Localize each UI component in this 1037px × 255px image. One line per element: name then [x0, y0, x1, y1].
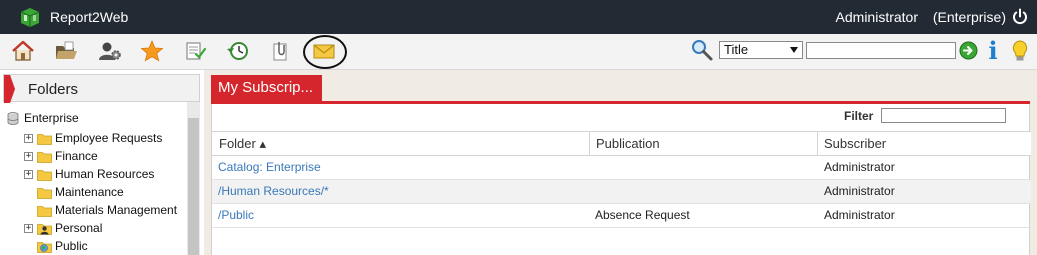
table-row[interactable]: Catalog: Enterprise Administrator — [212, 156, 1031, 180]
folder-icon — [37, 132, 52, 145]
tree-item-label: Finance — [55, 149, 98, 163]
filter-label: Filter — [844, 109, 874, 123]
tree-item-employee-requests[interactable]: + Employee Requests — [24, 129, 186, 147]
tree-item-materials-management[interactable]: Materials Management — [24, 201, 186, 219]
tree-item-label: Enterprise — [24, 111, 79, 125]
expand-plus-icon[interactable]: + — [24, 170, 33, 179]
folder-icon — [37, 186, 52, 199]
panel-marker-icon — [4, 75, 15, 103]
lightbulb-icon[interactable] — [1011, 39, 1029, 63]
tree-item-label: Materials Management — [55, 203, 178, 217]
user-settings-icon[interactable] — [97, 39, 123, 63]
home-icon[interactable] — [10, 39, 36, 63]
attachment-icon[interactable] — [267, 39, 293, 63]
history-icon[interactable] — [225, 39, 251, 63]
folder-link[interactable]: /Public — [218, 204, 254, 227]
folders-panel-header[interactable]: Folders — [3, 74, 200, 103]
info-icon[interactable]: i — [986, 38, 1000, 64]
main-toolbar: Title i — [0, 34, 1037, 70]
subscriber-cell: Administrator — [824, 160, 895, 174]
report2web-logo-icon — [18, 6, 42, 28]
folder-link[interactable]: /Human Resources/* — [218, 180, 329, 203]
column-header-folder[interactable]: Folder ▴ — [219, 132, 266, 155]
table-row[interactable]: /Public Absence Request Administrator — [212, 204, 1031, 228]
folder-icon — [37, 204, 52, 217]
main-area: My Subscrip... Filter Folder ▴ Publicati… — [204, 70, 1037, 255]
tree-item-label: Employee Requests — [55, 131, 163, 145]
tab-my-subscriptions[interactable]: My Subscrip... — [211, 75, 323, 101]
title-bar: Report2Web Administrator (Enterprise) — [0, 0, 1037, 34]
folder-icon — [37, 168, 52, 181]
column-divider[interactable] — [817, 132, 818, 155]
tree-item-label: Human Resources — [55, 167, 155, 181]
mail-highlight-circle — [303, 35, 347, 69]
tree-item-human-resources[interactable]: + Human Resources — [24, 165, 186, 183]
table-row[interactable]: /Human Resources/* Administrator — [212, 180, 1031, 204]
search-input[interactable] — [806, 42, 956, 59]
expand-plus-icon[interactable]: + — [24, 224, 33, 233]
folders-title: Folders — [28, 81, 79, 98]
folders-panel: Folders Enterprise + Employee Requests + — [3, 74, 200, 255]
user-folder-icon — [37, 222, 52, 235]
expand-plus-icon[interactable]: + — [24, 152, 33, 161]
subscriptions-panel: Filter Folder ▴ Publication Subscriber C… — [211, 104, 1031, 255]
expand-plus-icon[interactable]: + — [24, 134, 33, 143]
publication-cell: Absence Request — [595, 208, 690, 222]
column-divider[interactable] — [589, 132, 590, 155]
folder-link[interactable]: Catalog: Enterprise — [218, 156, 321, 179]
tree-item-maintenance[interactable]: Maintenance — [24, 183, 186, 201]
tree-item-label: Public — [55, 239, 88, 253]
search-field-select[interactable]: Title — [719, 41, 803, 59]
user-name[interactable]: Administrator — [836, 9, 918, 25]
power-logout-icon[interactable] — [1011, 8, 1029, 26]
grid-header: Folder ▴ Publication Subscriber — [212, 131, 1031, 156]
tree-item-finance[interactable]: + Finance — [24, 147, 186, 165]
subscriber-cell: Administrator — [824, 184, 895, 198]
scrollbar-thumb[interactable] — [188, 118, 199, 255]
go-arrow-icon[interactable] — [959, 41, 978, 60]
app-title: Report2Web — [50, 9, 129, 25]
tree-item-personal[interactable]: + Personal — [24, 219, 186, 237]
subscriber-cell: Administrator — [824, 208, 895, 222]
favorites-star-icon[interactable] — [139, 39, 165, 63]
filter-input[interactable] — [881, 108, 1006, 123]
column-header-publication[interactable]: Publication — [596, 132, 660, 155]
search-field-selected: Title — [724, 42, 749, 57]
chevron-down-icon — [790, 47, 798, 53]
search-icon[interactable] — [690, 38, 714, 62]
column-header-subscriber[interactable]: Subscriber — [824, 132, 886, 155]
folder-tree: Enterprise + Employee Requests + Finance… — [3, 102, 186, 255]
public-folder-icon — [37, 240, 52, 253]
database-icon — [7, 112, 19, 125]
publish-icon[interactable] — [183, 39, 209, 63]
tree-item-label: Personal — [55, 221, 103, 235]
folder-tree-scrollbar[interactable] — [187, 102, 200, 255]
tree-item-public[interactable]: Public — [24, 237, 186, 255]
tree-item-label: Maintenance — [55, 185, 124, 199]
folder-open-icon[interactable] — [53, 39, 79, 63]
folder-icon — [37, 150, 52, 163]
edition-label: (Enterprise) — [932, 9, 1006, 25]
